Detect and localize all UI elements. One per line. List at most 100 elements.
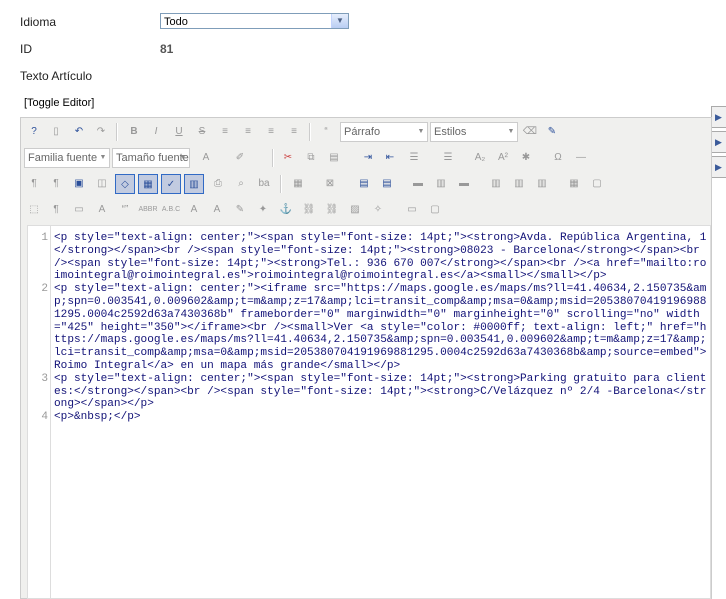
split-cells-icon[interactable]: ▥ [486,174,506,194]
template-icon[interactable]: ✦ [253,200,273,220]
chevron-down-icon[interactable]: ▼ [415,123,427,141]
code-text: <p style="text-align: center;"><span sty… [54,232,707,283]
cite-icon[interactable]: A [92,200,112,220]
print-icon[interactable]: ⎙ [208,174,228,194]
strikethrough-icon[interactable]: S [192,122,212,142]
find-icon[interactable]: ⌕ [231,174,251,194]
paste-icon[interactable]: ▤ [324,148,344,168]
merge-cells-icon[interactable]: ▥ [509,174,529,194]
font-size-select[interactable]: Tamaño fuente ▼ [112,148,190,168]
chevron-down-icon[interactable]: ▼ [331,14,348,28]
row-after-icon[interactable]: ▤ [377,174,397,194]
paste-format-icon[interactable]: ✎ [542,122,562,142]
subscript-icon[interactable]: A₂ [470,148,490,168]
superscript-icon[interactable]: A² [493,148,513,168]
hr-icon[interactable]: ▭ [402,200,422,220]
code-line: 4 <p>&nbsp;</p> [28,411,708,424]
link-icon[interactable]: ⛓ [299,200,319,220]
cleanup-icon[interactable]: ✧ [368,200,388,220]
nonbreaking-icon[interactable]: ¶ [46,200,66,220]
font-family-select-value: Familia fuente [28,152,98,164]
paragraph-ltr-icon[interactable]: ¶ [24,174,44,194]
undo-icon[interactable]: ↶ [69,122,89,142]
unlink-icon[interactable]: ⛓ [322,200,342,220]
ins-icon[interactable]: A [207,200,227,220]
idioma-selected-value: Todo [164,16,188,28]
underline-icon[interactable]: U [169,122,189,142]
visual-chars-icon[interactable]: ⬚ [24,200,44,220]
italic-icon[interactable]: I [146,122,166,142]
clear-formatting-icon[interactable]: ⌫ [520,122,540,142]
spellcheck-icon[interactable]: ✓ [161,174,181,194]
row-before-icon[interactable]: ▤ [354,174,374,194]
line-number: 1 [41,232,48,244]
table-props-icon[interactable]: ▥ [532,174,552,194]
acronym-icon[interactable]: A.B.C [161,200,181,220]
image-icon[interactable]: ▨ [345,200,365,220]
delete-col-icon[interactable]: ▬ [454,174,474,194]
chevron-down-icon[interactable]: ▼ [97,149,109,167]
idioma-select[interactable]: Todo ▼ [160,13,349,29]
delete-row-icon[interactable]: ▬ [408,174,428,194]
bold-icon[interactable]: B [124,122,144,142]
idioma-label: Idioma [20,15,57,29]
visual-aid-icon[interactable]: ▥ [184,174,204,194]
horizontal-rule-icon[interactable]: — [571,148,591,168]
align-justify-icon[interactable]: ≡ [215,122,235,142]
redo-icon[interactable]: ↷ [91,122,111,142]
arrow-right-icon: ▶ [715,137,722,147]
line-number: 2 [41,283,48,296]
insert-table-icon[interactable]: ▦ [288,174,308,194]
delete-table-icon[interactable]: ⊠ [320,174,340,194]
anchor-icon[interactable]: ⚓ [276,200,296,220]
font-family-select[interactable]: Familia fuente ▼ [24,148,110,168]
col-before-icon[interactable]: ▥ [431,174,451,194]
format-select[interactable]: Párrafo ▼ [340,122,428,142]
side-panel-tab-3[interactable]: ▶ [711,156,726,178]
grid-icon[interactable]: ▦ [564,174,584,194]
arrow-right-icon: ▶ [715,162,722,172]
outdent-icon[interactable]: ⇤ [380,148,400,168]
toolbar-separator [309,123,311,141]
align-center-icon[interactable]: ≡ [261,122,281,142]
blockquote-icon[interactable]: “ [316,122,336,142]
special-char-icon[interactable]: ✱ [516,148,536,168]
paragraph-rtl-icon[interactable]: ¶ [46,174,66,194]
side-panel-tab-2[interactable]: ▶ [711,131,726,153]
source-code-icon[interactable]: ◇ [115,174,135,194]
styles-select[interactable]: Estilos ▼ [430,122,518,142]
preview-icon[interactable]: ◫ [92,174,112,194]
highlight-color-icon[interactable]: ✐ [230,148,250,168]
format-select-value: Párrafo [344,126,381,138]
replace-icon[interactable]: ba [254,174,274,194]
new-document-icon[interactable]: ▯ [46,122,66,142]
align-right-icon[interactable]: ≡ [284,122,304,142]
html-source-editor[interactable]: 1 <p style="text-align: center;"><span st… [27,225,711,599]
fullscreen-icon[interactable]: ▣ [69,174,89,194]
id-value: 81 [160,42,174,56]
insert-date-icon[interactable]: ▭ [69,200,89,220]
cut-icon[interactable]: ✂ [278,148,298,168]
toggle-editor-link[interactable]: [Toggle Editor] [24,97,94,109]
attributes-icon[interactable]: ✎ [230,200,250,220]
numbered-list-icon[interactable]: ☰ [438,148,458,168]
del-icon[interactable]: A [184,200,204,220]
code-text: <p style="text-align: center;"><span sty… [54,372,707,411]
chevron-down-icon[interactable]: ▼ [177,149,189,167]
omega-icon[interactable]: Ω [548,148,568,168]
layer-icon[interactable]: ▢ [587,174,607,194]
indent-icon[interactable]: ⇥ [358,148,378,168]
quote-icon[interactable]: “” [115,200,135,220]
help-icon[interactable]: ? [24,122,44,142]
search-replace-icon[interactable]: ▦ [138,174,158,194]
copy-icon[interactable]: ⧉ [301,148,321,168]
font-color-icon[interactable]: A [196,148,216,168]
bullet-list-icon[interactable]: ☰ [404,148,424,168]
side-panel-tab-1[interactable]: ▶ [711,106,726,128]
toolbar-row-3: ¶ ¶ ▣ ◫ ◇ ▦ ✓ ▥ ⎙ ⌕ ba ▦ ⊠ ▤ ▤ ▬ ▥ ▬ ▥ ▥… [24,174,708,196]
abbr-icon[interactable]: ABBR [138,200,158,220]
code-line: 3 <p style="text-align: center;"><span st… [28,373,708,411]
media-icon[interactable]: ▢ [425,200,445,220]
chevron-down-icon[interactable]: ▼ [505,123,517,141]
align-left-icon[interactable]: ≡ [238,122,258,142]
